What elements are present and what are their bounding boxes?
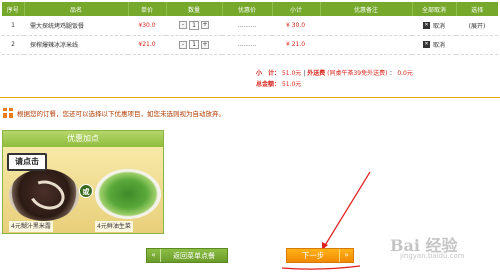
cancel-button[interactable]: ✕ 取消 — [422, 21, 445, 30]
col-header-discount-price: 优惠价 — [222, 2, 273, 16]
quantity-stepper: - 1 + — [179, 40, 209, 49]
qty-minus-button[interactable]: - — [179, 21, 187, 30]
row-price: ¥30.0 — [128, 16, 166, 36]
row-cancel-cell: ✕ 取消 — [412, 35, 456, 55]
colon: ： — [389, 70, 396, 77]
promo-header: 优惠加点 — [3, 131, 163, 147]
row-discount-note — [320, 16, 412, 36]
cancel-label: 取消 — [432, 22, 445, 30]
delivery-note: (同桌午茶39免外送费) — [327, 70, 388, 77]
row-discount-price: .......... — [222, 35, 272, 55]
notice-text: 根据您的订餐，您还可以选择以下优惠项目，如您未选则视为自动放弃。 — [17, 110, 225, 118]
qty-input[interactable]: 1 — [189, 40, 199, 49]
row-select-cell — [456, 35, 498, 55]
gift-icon — [3, 108, 13, 118]
qty-input[interactable]: 1 — [189, 20, 199, 30]
col-header-cancel-all[interactable]: 全部取消 — [412, 2, 457, 16]
col-header-qty: 数量 — [166, 2, 223, 16]
total-value: 51.0元 — [281, 81, 302, 88]
delivery-label: 外送费 — [307, 70, 326, 77]
col-header-price: 单价 — [128, 2, 167, 16]
next-button-label: 下一步 — [301, 251, 325, 260]
row-qty-cell: - 1 + — [166, 35, 222, 55]
table-row: 2 探榨爆辣冰凉米线 ¥21.0 - 1 + .......... ¥ 21.0… — [2, 35, 498, 55]
col-header-discount-note: 优惠备注 — [320, 2, 413, 16]
delivery-value: 0.0元 — [397, 70, 413, 77]
row-index: 1 — [2, 16, 24, 36]
order-table: 序号 品名 单价 数量 优惠价 小计 优惠备注 全部取消 选择 1 需大探统烤鸡… — [2, 2, 498, 55]
total-line: 总金额： 51.0元 — [256, 79, 413, 90]
subtotal-line: 小 计： 51.0元 | 外送费 (同桌午茶39免外送费) ： 0.0元 — [256, 68, 413, 79]
section-divider — [0, 97, 500, 98]
qty-plus-button[interactable]: + — [201, 40, 209, 49]
subtotal-label: 小 计： — [256, 70, 281, 77]
total-label: 总金额： — [256, 81, 281, 88]
row-subtotal: ¥ 21.0 — [272, 35, 320, 55]
promo-item-2-label: 4元鲜油生菜 — [95, 221, 133, 232]
quantity-stepper: - 1 + — [179, 20, 209, 30]
col-header-index: 序号 — [2, 2, 25, 16]
row-price: ¥21.0 — [128, 35, 166, 55]
double-right-arrow-icon: » — [339, 249, 353, 262]
row-discount-note — [320, 35, 412, 55]
expand-link[interactable]: (展开) — [469, 23, 486, 30]
row-cancel-cell: ✕ 取消 — [412, 16, 456, 36]
row-item-name: 探榨爆辣冰凉米线 — [24, 35, 128, 55]
table-row: 1 需大探统烤鸡腿饭餐 ¥30.0 - 1 + .......... ¥ 30.… — [2, 16, 498, 36]
order-totals: 小 计： 51.0元 | 外送费 (同桌午茶39免外送费) ： 0.0元 总金额… — [256, 68, 413, 90]
back-button-label: 返回菜单点餐 — [173, 251, 215, 260]
cancel-label: 取消 — [432, 42, 445, 49]
qty-minus-button[interactable]: - — [179, 40, 187, 49]
subtotal-value: 51.0元 — [281, 70, 302, 77]
promo-panel: 优惠加点 请点击 或 4元糊汁黑米露 4元鲜油生菜 — [2, 130, 164, 234]
baidu-watermark-url: jingyan.baidu.com — [400, 252, 465, 260]
table-header-row: 序号 品名 单价 数量 优惠价 小计 优惠备注 全部取消 选择 — [2, 2, 498, 16]
cancel-button[interactable]: ✕ 取消 — [422, 40, 445, 49]
promo-banner[interactable]: 请点击 或 4元糊汁黑米露 4元鲜油生菜 — [3, 147, 163, 233]
row-index: 2 — [2, 35, 24, 55]
promo-item-1-label: 4元糊汁黑米露 — [9, 221, 53, 232]
next-step-button[interactable]: 下一步 » — [286, 248, 354, 263]
double-left-arrow-icon: « — [147, 249, 161, 262]
row-discount-price: .......... — [222, 16, 272, 36]
promo-notice: 根据您的订餐，您还可以选择以下优惠项目，如您未选则视为自动放弃。 — [0, 106, 500, 120]
back-to-menu-button[interactable]: « 返回菜单点餐 — [146, 248, 228, 263]
qty-plus-button[interactable]: + — [201, 21, 209, 30]
row-item-name: 需大探统烤鸡腿饭餐 — [24, 16, 128, 36]
lettuce-image[interactable] — [95, 169, 161, 219]
annotation-underline — [281, 265, 361, 270]
black-rice-dessert-image[interactable] — [9, 169, 79, 221]
col-header-subtotal: 小计 — [272, 2, 321, 16]
close-icon: ✕ — [422, 21, 430, 29]
col-header-name: 品名 — [24, 2, 129, 16]
row-select-cell: (展开) — [456, 16, 498, 36]
separator: | — [303, 70, 306, 77]
close-icon: ✕ — [422, 41, 430, 48]
click-here-tag[interactable]: 请点击 — [7, 153, 47, 171]
col-header-select: 选择 — [456, 2, 498, 16]
row-qty-cell: - 1 + — [166, 16, 222, 36]
or-badge: 或 — [79, 184, 93, 198]
row-subtotal: ¥ 30.0 — [272, 16, 320, 36]
annotation-arrow — [323, 171, 371, 248]
